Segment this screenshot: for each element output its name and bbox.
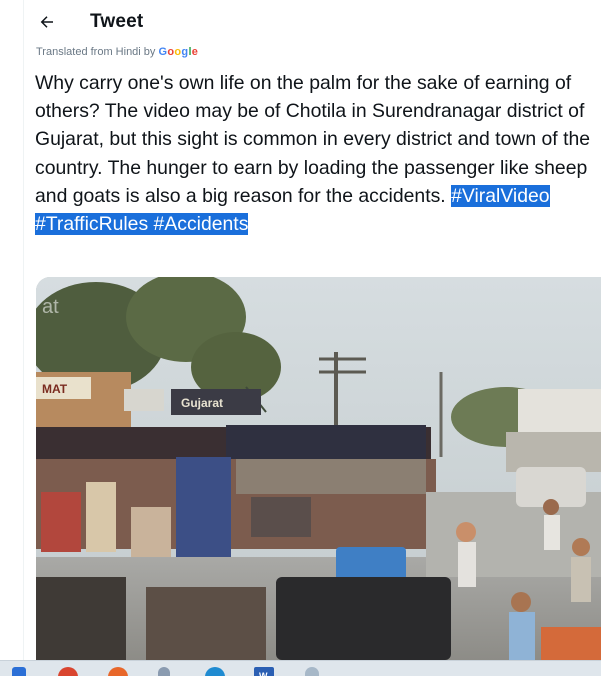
google-logo: Google (158, 46, 199, 58)
arrow-left-icon (40, 16, 53, 28)
firefox-icon[interactable] (108, 667, 128, 676)
shop-sign-right: Gujarat (181, 396, 223, 410)
video-watermark: at (42, 296, 59, 318)
translation-attribution[interactable]: Translated from Hindi by Google (36, 46, 198, 58)
start-icon[interactable] (12, 667, 26, 676)
pen-icon[interactable] (158, 667, 170, 676)
translation-prefix: Translated from Hindi by (36, 46, 156, 58)
files-icon[interactable] (305, 667, 319, 676)
tweet-text: Why carry one's own life on the palm for… (35, 69, 595, 238)
chrome-icon[interactable] (58, 667, 78, 676)
tweet-header: Tweet (24, 0, 601, 44)
shop-sign-left: MAT (42, 382, 68, 396)
edge-icon[interactable] (205, 667, 225, 676)
column-border (23, 0, 24, 660)
word-icon-label: W (259, 671, 268, 676)
tweet-page: Tweet Translated from Hindi by Google Wh… (0, 0, 601, 676)
word-icon[interactable]: W (254, 667, 274, 676)
back-button[interactable] (30, 5, 64, 39)
tweet-video[interactable]: MAT Gujarat at (36, 277, 601, 660)
page-title: Tweet (90, 11, 144, 32)
windows-taskbar: W (0, 660, 601, 676)
video-frame: MAT Gujarat at (36, 277, 601, 660)
